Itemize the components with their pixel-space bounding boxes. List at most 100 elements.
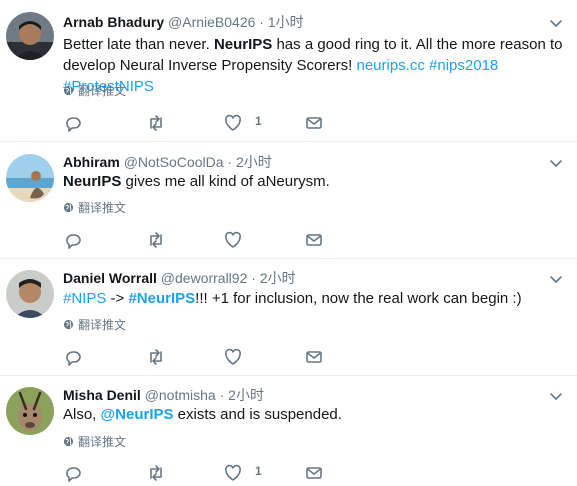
tweet[interactable]: Abhiram @NotSoCoolDa · 2小时 NeurIPS gives… [0,142,577,259]
reply-icon [66,117,81,132]
tweet[interactable]: Arnab Bhadury @ArnieB0426 · 1小时 Better l… [0,0,577,142]
tweet-text: Also, @NeurIPS exists and is suspended. [63,404,568,425]
translate-link[interactable]: 翻译推文 [63,434,126,450]
text-bold: NeurIPS [213,36,273,53]
globe-icon [63,85,74,96]
timestamp[interactable]: 2小时 [228,387,264,403]
retweet-icon [150,465,162,481]
tweet-header: Arnab Bhadury @ArnieB0426 · 1小时 [63,13,304,31]
author-name[interactable]: Abhiram [63,154,120,170]
author-handle[interactable]: @deworrall92 [161,270,248,286]
text-part: Better late than never. [63,36,214,53]
author-handle[interactable]: @NotSoCoolDa [124,154,224,170]
translate-label[interactable]: 翻译推文 [78,201,126,215]
separator: · [259,14,264,30]
hashtag-link[interactable]: #NeurIPS [128,290,195,307]
avatar[interactable] [6,12,54,60]
translate-label[interactable]: 翻译推文 [78,84,126,98]
tweet[interactable]: Misha Denil @notmisha · 2小时 Also, @NeurI… [0,376,577,486]
message-icon [306,467,322,479]
chevron-down-icon[interactable] [547,270,565,288]
like-count: 1 [255,464,262,478]
like-icon [224,464,242,481]
author-name[interactable]: Misha Denil [63,387,141,403]
like-button[interactable] [223,347,243,367]
tweet-header: Abhiram @NotSoCoolDa · 2小时 [63,153,272,171]
timestamp[interactable]: 1小时 [268,14,304,30]
avatar[interactable] [6,154,54,202]
text-part: exists and is suspended. [173,406,342,423]
text-part: -> [106,290,129,307]
tweet-text: NeurIPS gives me all kind of aNeurysm. [63,171,568,192]
text-part: gives me all kind of aNeurysm. [121,173,330,190]
tweet-actions: 1 [63,113,363,133]
retweet-button[interactable] [146,230,166,250]
tweet-actions: 1 [63,463,363,483]
mention-link[interactable]: @NeurIPS [101,406,174,423]
retweet-button[interactable] [146,463,166,483]
author-handle[interactable]: @notmisha [145,387,216,403]
like-button[interactable] [223,230,243,250]
message-button[interactable] [304,347,324,367]
timestamp[interactable]: 2小时 [260,270,296,286]
retweet-button[interactable] [146,347,166,367]
like-icon [224,231,242,248]
message-button[interactable] [304,113,324,133]
timestamp[interactable]: 2小时 [236,154,272,170]
tweet-text: #NIPS -> #NeurIPS!!! +1 for inclusion, n… [63,288,568,309]
translate-link[interactable]: 翻译推文 [63,200,126,216]
globe-icon [63,202,74,213]
like-icon [224,114,242,131]
translate-link[interactable]: 翻译推文 [63,317,126,333]
message-button[interactable] [304,463,324,483]
retweet-icon [150,349,162,365]
reply-button[interactable] [63,347,83,367]
chevron-down-icon[interactable] [547,154,565,172]
tweet-header: Daniel Worrall @deworrall92 · 2小时 [63,269,296,287]
retweet-icon [150,115,162,131]
tweet-text: Better late than never. NeurIPS has a go… [63,34,568,97]
hashtag-link[interactable]: #NIPS [63,290,106,307]
separator: · [219,387,225,403]
tweet-timeline: Arnab Bhadury @ArnieB0426 · 1小时 Better l… [0,0,577,486]
translate-label[interactable]: 翻译推文 [78,435,126,449]
hashtag-link[interactable]: #nips2018 [429,57,498,74]
text-part: !!! +1 for inclusion, now the real work … [195,290,522,307]
separator: · [227,154,233,170]
reply-icon [66,234,81,249]
translate-label[interactable]: 翻译推文 [78,318,126,332]
retweet-icon [150,232,162,248]
url-link[interactable]: neurips.cc [356,57,424,74]
reply-button[interactable] [63,113,83,133]
reply-button[interactable] [63,230,83,250]
retweet-button[interactable] [146,113,166,133]
globe-icon [63,319,74,330]
like-count: 1 [255,114,262,128]
separator: · [251,270,256,286]
avatar[interactable] [6,270,54,318]
text-bold: NeurIPS [63,173,122,190]
reply-icon [66,351,81,366]
tweet-header: Misha Denil @notmisha · 2小时 [63,386,264,404]
chevron-down-icon[interactable] [547,14,565,32]
globe-icon [63,436,74,447]
like-button[interactable] [223,113,243,133]
reply-icon [66,467,81,482]
author-name[interactable]: Arnab Bhadury [63,14,164,30]
message-icon [306,117,322,129]
avatar[interactable] [6,387,54,435]
text-part: Also, [63,406,101,423]
message-icon [306,351,322,363]
tweet[interactable]: Daniel Worrall @deworrall92 · 2小时 #NIPS … [0,259,577,376]
author-name[interactable]: Daniel Worrall [63,270,157,286]
translate-link[interactable]: 翻译推文 [63,83,126,99]
message-button[interactable] [304,230,324,250]
author-handle[interactable]: @ArnieB0426 [168,14,255,30]
tweet-actions [63,347,363,367]
reply-button[interactable] [63,463,83,483]
like-button[interactable] [223,463,243,483]
message-icon [306,234,322,246]
chevron-down-icon[interactable] [547,387,565,405]
like-icon [224,348,242,365]
tweet-actions [63,230,363,250]
